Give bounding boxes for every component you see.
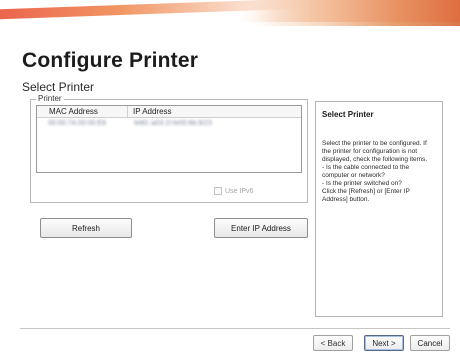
help-text-line: Click the [Refresh] or [Enter IP <box>322 188 410 195</box>
checkbox-box <box>214 187 222 195</box>
help-text-line: Address] button. <box>322 196 370 203</box>
printer-mac-cell: 00:00:7A:00:00:E8 <box>48 120 106 127</box>
next-button[interactable]: Next > <box>364 335 404 351</box>
help-text-line: computer or network? <box>322 172 385 179</box>
page-title: Configure Printer <box>22 49 199 72</box>
help-panel-title: Select Printer <box>322 110 374 119</box>
help-text-line: Select the printer to be configured. If <box>322 140 427 147</box>
refresh-button[interactable]: Refresh <box>40 218 132 238</box>
printer-list-header: MAC Address IP Address <box>37 106 301 118</box>
enter-ip-address-button[interactable]: Enter IP Address <box>214 218 308 238</box>
footer-divider <box>20 328 450 329</box>
use-ipv6-checkbox[interactable]: Use IPv6 <box>214 187 253 195</box>
help-text-line: - Is the cable connected to the <box>322 164 410 171</box>
page-subtitle: Select Printer <box>22 80 95 94</box>
help-text-line: displayed, check the following items. <box>322 156 428 163</box>
help-panel-text: Select the printer to be configured. If … <box>322 140 440 204</box>
help-text-line: the printer for configuration is not <box>322 148 418 155</box>
column-header-ip-address[interactable]: IP Address <box>133 107 172 116</box>
printer-ip-cell: fe80::a03:1f:fe00:6b:9/23 <box>134 120 212 127</box>
header-decoration-band <box>0 0 460 26</box>
column-header-mac-address[interactable]: MAC Address <box>49 107 98 116</box>
printer-list[interactable]: MAC Address IP Address 00:00:7A:00:00:E8… <box>36 105 302 173</box>
back-button[interactable]: < Back <box>313 335 353 351</box>
use-ipv6-label: Use IPv6 <box>225 187 254 195</box>
help-text-line: - Is the printer switched on? <box>322 180 402 187</box>
printer-group-label: Printer <box>36 94 64 103</box>
printer-list-row[interactable]: 00:00:7A:00:00:E8 fe80::a03:1f:fe00:6b:9… <box>38 120 300 130</box>
help-info-panel: Select Printer Select the printer to be … <box>315 101 443 317</box>
cancel-button[interactable]: Cancel <box>410 335 450 351</box>
column-divider[interactable] <box>127 106 128 118</box>
